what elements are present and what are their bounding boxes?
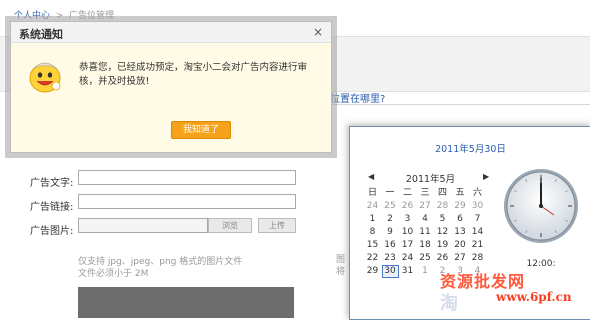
where-link[interactable]: 位置在哪里? (330, 90, 385, 105)
breadcrumb: 个人中心 > 广告位管理 (14, 11, 115, 21)
weekday-header: 五 (455, 188, 465, 198)
calendar-day[interactable]: 2 (382, 213, 399, 226)
calendar-day[interactable]: 9 (382, 226, 399, 239)
weekday-header: 日 (367, 188, 377, 198)
calendar-day[interactable]: 7 (469, 213, 486, 226)
calendar-day[interactable]: 30 (469, 200, 486, 213)
weekday-header: 一 (385, 188, 395, 198)
calendar-day[interactable]: 19 (434, 239, 451, 252)
weekday-header: 六 (472, 188, 482, 198)
calendar-day[interactable]: 10 (399, 226, 416, 239)
dialog-title-bar: 系统通知 × (11, 22, 331, 43)
calendar-day[interactable]: 31 (399, 265, 416, 278)
browse-button[interactable]: 浏览 (208, 218, 252, 233)
weekday-header: 三 (420, 188, 430, 198)
calendar-day[interactable]: 16 (382, 239, 399, 252)
close-icon[interactable]: × (313, 25, 323, 39)
divider (330, 104, 590, 105)
calendar-day[interactable]: 3 (399, 213, 416, 226)
ad-image-label: 广告图片: (30, 226, 74, 237)
upload-button[interactable]: 上传 (258, 218, 296, 233)
got-it-button[interactable]: 我知道了 (171, 121, 231, 139)
calendar-day[interactable]: 28 (469, 252, 486, 265)
ad-text-label: 广告文字: (30, 178, 74, 189)
ad-text-input[interactable] (78, 170, 296, 185)
calendar-day[interactable]: 29 (364, 265, 381, 278)
calendar-day[interactable]: 15 (364, 239, 381, 252)
calendar-day[interactable]: 26 (399, 200, 416, 213)
next-month-icon[interactable]: ▶ (483, 172, 489, 181)
calendar-day[interactable]: 12 (434, 226, 451, 239)
calendar-day[interactable]: 18 (417, 239, 434, 252)
calendar-day[interactable]: 24 (399, 252, 416, 265)
breadcrumb-item-current: 广告位管理 (69, 11, 115, 21)
calendar-day[interactable]: 1 (364, 213, 381, 226)
calendar-day[interactable]: 5 (434, 213, 451, 226)
calendar-day[interactable]: 24 (364, 200, 381, 213)
size-hint: 文件必须小于 2M (78, 269, 149, 279)
full-date-link[interactable]: 2011年5月30日 (350, 141, 590, 155)
weekday-header: 二 (402, 188, 412, 198)
dialog-body: 恭喜您，已经成功预定，淘宝小二会对广告内容进行审核，并及时投放! 我知道了 (11, 43, 331, 152)
smiley-emoticon-icon (29, 62, 61, 93)
calendar-day[interactable]: 20 (452, 239, 469, 252)
calendar-day[interactable]: 27 (417, 200, 434, 213)
month-label[interactable]: 2011年5月 (378, 171, 483, 185)
calendar-day[interactable]: 29 (452, 200, 469, 213)
breadcrumb-item-home[interactable]: 个人中心 (14, 11, 50, 21)
dialog-title: 系统通知 (19, 28, 63, 41)
calendar-day[interactable]: 26 (434, 252, 451, 265)
calendar-day[interactable]: 4 (417, 213, 434, 226)
ad-image-file-input[interactable] (78, 218, 208, 233)
calendar-day[interactable]: 6 (452, 213, 469, 226)
calendar-day[interactable]: 22 (364, 252, 381, 265)
calendar-day[interactable]: 27 (452, 252, 469, 265)
calendar-day[interactable]: 14 (469, 226, 486, 239)
watermark-text: 资源批发网 (440, 272, 526, 291)
ad-link-input[interactable] (78, 194, 296, 209)
calendar-day[interactable]: 17 (399, 239, 416, 252)
calendar-day[interactable]: 8 (364, 226, 381, 239)
calendar-day[interactable]: 23 (382, 252, 399, 265)
calendar-day[interactable]: 1 (417, 265, 434, 278)
calendar-day[interactable]: 28 (434, 200, 451, 213)
dialog-message: 恭喜您，已经成功预定，淘宝小二会对广告内容进行审核，并及时投放! (79, 62, 308, 87)
calendar-day[interactable]: 21 (469, 239, 486, 252)
system-notice-dialog: 系统通知 × 恭喜您，已经成功预定，淘宝小二会对广告内容进行审核，并及时投放! … (10, 21, 332, 153)
calendar-day[interactable]: 13 (452, 226, 469, 239)
calendar-day[interactable]: 25 (417, 252, 434, 265)
calendar-day[interactable]: 11 (417, 226, 434, 239)
weekday-header: 四 (437, 188, 447, 198)
image-preview (78, 287, 294, 318)
watermark-faded: 淘 (440, 293, 458, 314)
calendar-day[interactable]: 25 (382, 200, 399, 213)
prev-month-icon[interactable]: ◀ (368, 172, 374, 181)
analog-clock-icon (504, 169, 578, 243)
calendar-day[interactable]: 30 (381, 265, 399, 278)
ad-link-label: 广告链接: (30, 202, 74, 213)
watermark-url: www.6pf.cn (496, 290, 572, 304)
